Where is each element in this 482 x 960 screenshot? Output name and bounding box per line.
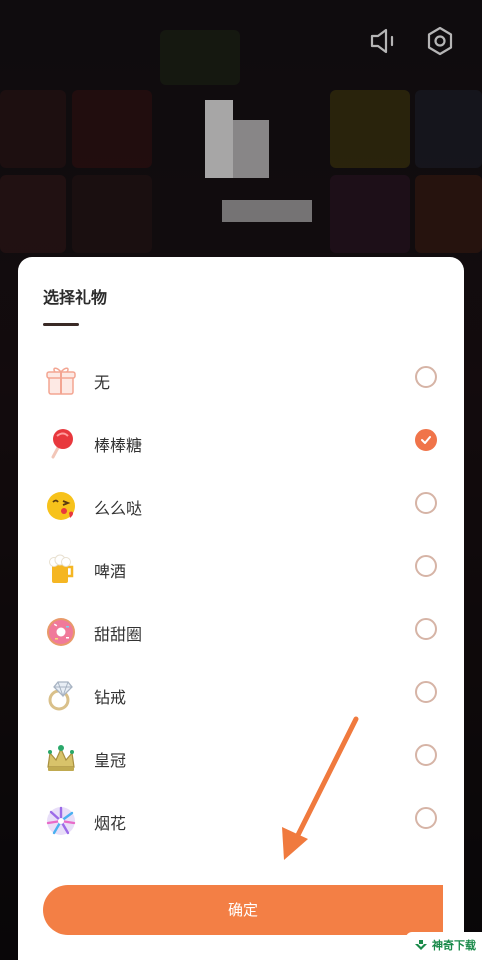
gift-box-icon xyxy=(44,363,78,397)
gift-label: 棒棒糖 xyxy=(94,436,143,455)
gift-row-ring[interactable]: 钻戒 xyxy=(18,670,464,732)
gift-row-lollipop[interactable]: 棒棒糖 xyxy=(18,418,464,480)
confirm-button[interactable]: 确定 xyxy=(43,885,443,935)
gift-radio[interactable] xyxy=(415,618,437,640)
kiss-emoji-icon xyxy=(44,489,78,523)
gift-radio-checked[interactable] xyxy=(415,429,437,451)
gift-label: 钻戒 xyxy=(94,688,127,707)
gift-row-firework[interactable]: 烟花 xyxy=(18,796,464,858)
title-underline xyxy=(43,323,79,326)
mosaic-avatar xyxy=(205,100,233,178)
firework-icon xyxy=(44,804,78,838)
gift-radio[interactable] xyxy=(415,555,437,577)
diamond-ring-icon xyxy=(44,678,78,712)
gift-radio[interactable] xyxy=(415,807,437,829)
gift-radio[interactable] xyxy=(415,681,437,703)
gift-picker-sheet: 选择礼物 无 棒棒糖 么么哒 啤酒 甜甜圈 钻戒 皇冠 烟花 确定 xyxy=(18,257,464,960)
gift-label: 甜甜圈 xyxy=(94,625,143,644)
gift-radio[interactable] xyxy=(415,744,437,766)
gift-row-none[interactable]: 无 xyxy=(18,355,464,417)
donut-icon xyxy=(44,615,78,649)
crown-icon xyxy=(44,741,78,775)
gift-label: 烟花 xyxy=(94,814,127,833)
watermark: 神奇下载 xyxy=(406,932,482,960)
sheet-title: 选择礼物 xyxy=(43,288,108,307)
gift-label: 么么哒 xyxy=(94,499,143,518)
mosaic-name xyxy=(222,200,312,222)
gift-row-crown[interactable]: 皇冠 xyxy=(18,733,464,795)
check-icon xyxy=(421,436,431,444)
settings-icon[interactable] xyxy=(423,24,457,58)
gift-label: 啤酒 xyxy=(94,562,127,581)
annotation-arrow-icon xyxy=(282,716,359,860)
speaker-icon[interactable] xyxy=(367,24,401,58)
gift-row-beer[interactable]: 啤酒 xyxy=(18,544,464,606)
mosaic-avatar xyxy=(233,120,269,178)
gift-label: 无 xyxy=(94,373,111,392)
gift-row-kiss[interactable]: 么么哒 xyxy=(18,481,464,543)
gift-row-donut[interactable]: 甜甜圈 xyxy=(18,607,464,669)
watermark-text: 神奇下载 xyxy=(432,939,476,952)
gift-label: 皇冠 xyxy=(94,751,127,770)
beer-icon xyxy=(44,552,78,586)
lollipop-icon xyxy=(44,426,78,460)
gift-radio[interactable] xyxy=(415,366,437,388)
gift-radio[interactable] xyxy=(415,492,437,514)
download-logo-icon xyxy=(415,940,427,950)
